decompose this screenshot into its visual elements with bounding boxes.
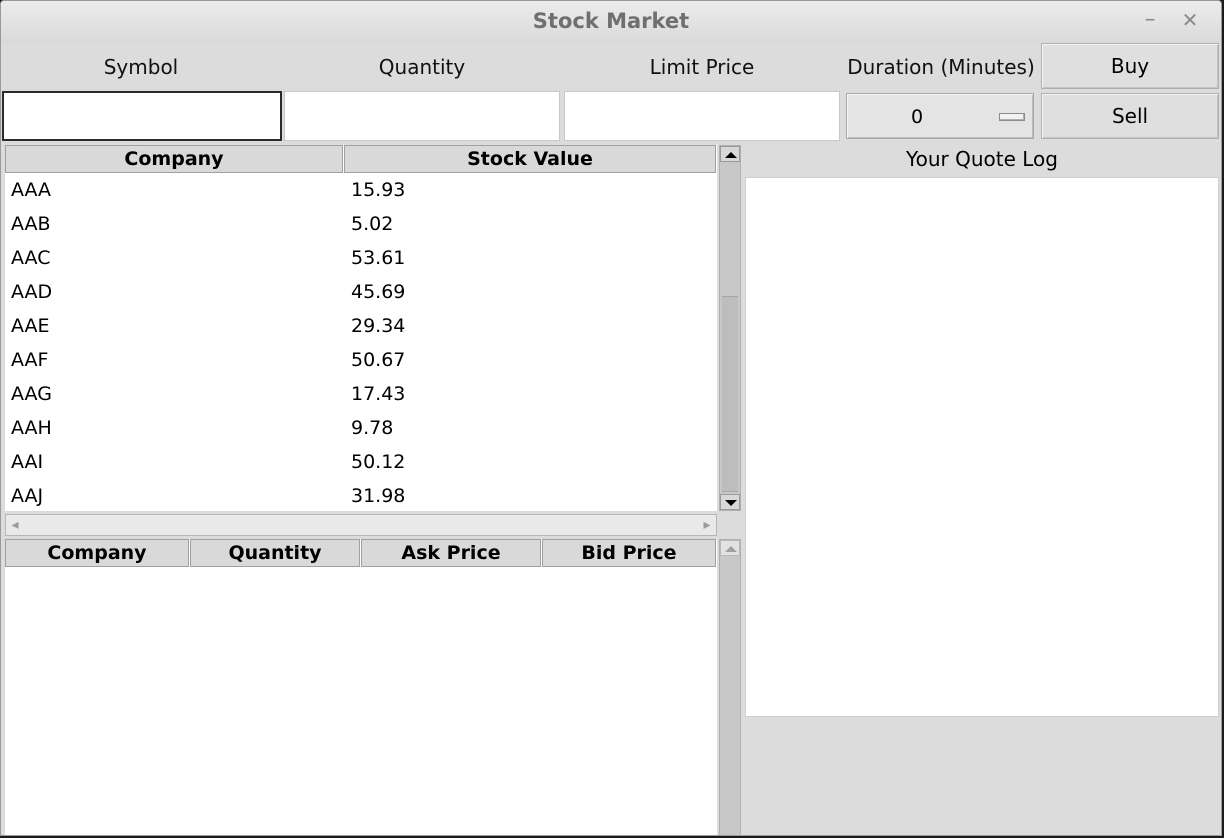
- limit-price-input[interactable]: [565, 92, 839, 140]
- stock-market-window: Stock Market – ✕ Symbol Quantity Limit P…: [0, 0, 1222, 836]
- company-cell: AAB: [11, 213, 51, 235]
- quantity-field[interactable]: [284, 91, 560, 141]
- quote-log-area[interactable]: [745, 177, 1219, 717]
- buy-button[interactable]: Buy: [1041, 43, 1219, 89]
- stock-value-cell: 29.34: [351, 315, 406, 337]
- company-cell: AAI: [11, 451, 44, 473]
- stock-value-column-header[interactable]: Stock Value: [344, 145, 716, 173]
- quantity-label: Quantity: [378, 55, 466, 79]
- company-cell: AAC: [11, 247, 51, 269]
- stock-value-cell: 15.93: [351, 179, 406, 201]
- stock-value-cell: 50.12: [351, 451, 406, 473]
- window-title: Stock Market: [532, 9, 690, 33]
- table-row[interactable]: AAB 5.02: [5, 207, 715, 241]
- order-table[interactable]: Company Quantity Ask Price Bid Price: [5, 539, 717, 835]
- company-column-header[interactable]: Company: [5, 145, 343, 173]
- close-icon[interactable]: ✕: [1177, 7, 1203, 33]
- sell-button[interactable]: Sell: [1041, 93, 1219, 139]
- table-row[interactable]: AAE 29.34: [5, 309, 715, 343]
- duration-spinbox[interactable]: 0: [846, 93, 1034, 139]
- company-cell: AAE: [11, 315, 50, 337]
- scrollbar-thumb[interactable]: [722, 296, 738, 492]
- stock-table-horizontal-scrollbar[interactable]: ◂ ▸: [5, 514, 717, 536]
- quantity-input[interactable]: [285, 92, 559, 140]
- table-row[interactable]: AAD 45.69: [5, 275, 715, 309]
- table-row[interactable]: AAI 50.12: [5, 445, 715, 479]
- duration-label: Duration (Minutes): [847, 55, 1035, 79]
- minimize-icon[interactable]: –: [1137, 7, 1163, 33]
- quote-log-title: Your Quote Log: [906, 147, 1058, 171]
- left-arrow-icon[interactable]: ◂: [8, 517, 22, 533]
- spin-indicator-icon[interactable]: [999, 113, 1025, 121]
- company-cell: AAD: [11, 281, 53, 303]
- duration-value: 0: [910, 106, 924, 128]
- stock-value-cell: 5.02: [351, 213, 394, 235]
- stock-value-cell: 45.69: [351, 281, 406, 303]
- order-table-vertical-scrollbar[interactable]: [719, 539, 741, 835]
- company-cell: AAG: [11, 383, 52, 405]
- ask-price-column-header[interactable]: Ask Price: [361, 539, 541, 567]
- company-cell: AAF: [11, 349, 49, 371]
- table-row[interactable]: AAH 9.78: [5, 411, 715, 445]
- table-row[interactable]: AAJ 31.98: [5, 479, 715, 511]
- company-cell: AAA: [11, 179, 52, 201]
- symbol-input[interactable]: [4, 93, 280, 139]
- title-bar[interactable]: Stock Market – ✕: [1, 1, 1221, 43]
- down-arrow-icon[interactable]: [720, 494, 740, 510]
- up-arrow-icon[interactable]: [720, 146, 740, 162]
- table-row[interactable]: AAC 53.61: [5, 241, 715, 275]
- stock-value-cell: 17.43: [351, 383, 406, 405]
- stock-table[interactable]: Company Stock Value AAA 15.93 AAB 5.02 A…: [5, 145, 717, 511]
- bid-price-column-header[interactable]: Bid Price: [542, 539, 716, 567]
- symbol-label: Symbol: [103, 55, 179, 79]
- stock-value-cell: 50.67: [351, 349, 406, 371]
- up-arrow-icon[interactable]: [720, 540, 740, 556]
- order-company-column-header[interactable]: Company: [5, 539, 189, 567]
- order-quantity-column-header[interactable]: Quantity: [190, 539, 360, 567]
- table-row[interactable]: AAG 17.43: [5, 377, 715, 411]
- right-arrow-icon[interactable]: ▸: [700, 517, 714, 533]
- stock-value-cell: 31.98: [351, 485, 406, 507]
- table-row[interactable]: AAF 50.67: [5, 343, 715, 377]
- limit-price-label: Limit Price: [649, 55, 755, 79]
- symbol-field[interactable]: [2, 91, 282, 141]
- company-cell: AAJ: [11, 485, 44, 507]
- stock-table-vertical-scrollbar[interactable]: [719, 145, 741, 511]
- table-row[interactable]: AAA 15.93: [5, 173, 715, 207]
- stock-value-cell: 53.61: [351, 247, 406, 269]
- limit-price-field[interactable]: [564, 91, 840, 141]
- company-cell: AAH: [11, 417, 52, 439]
- stock-value-cell: 9.78: [351, 417, 394, 439]
